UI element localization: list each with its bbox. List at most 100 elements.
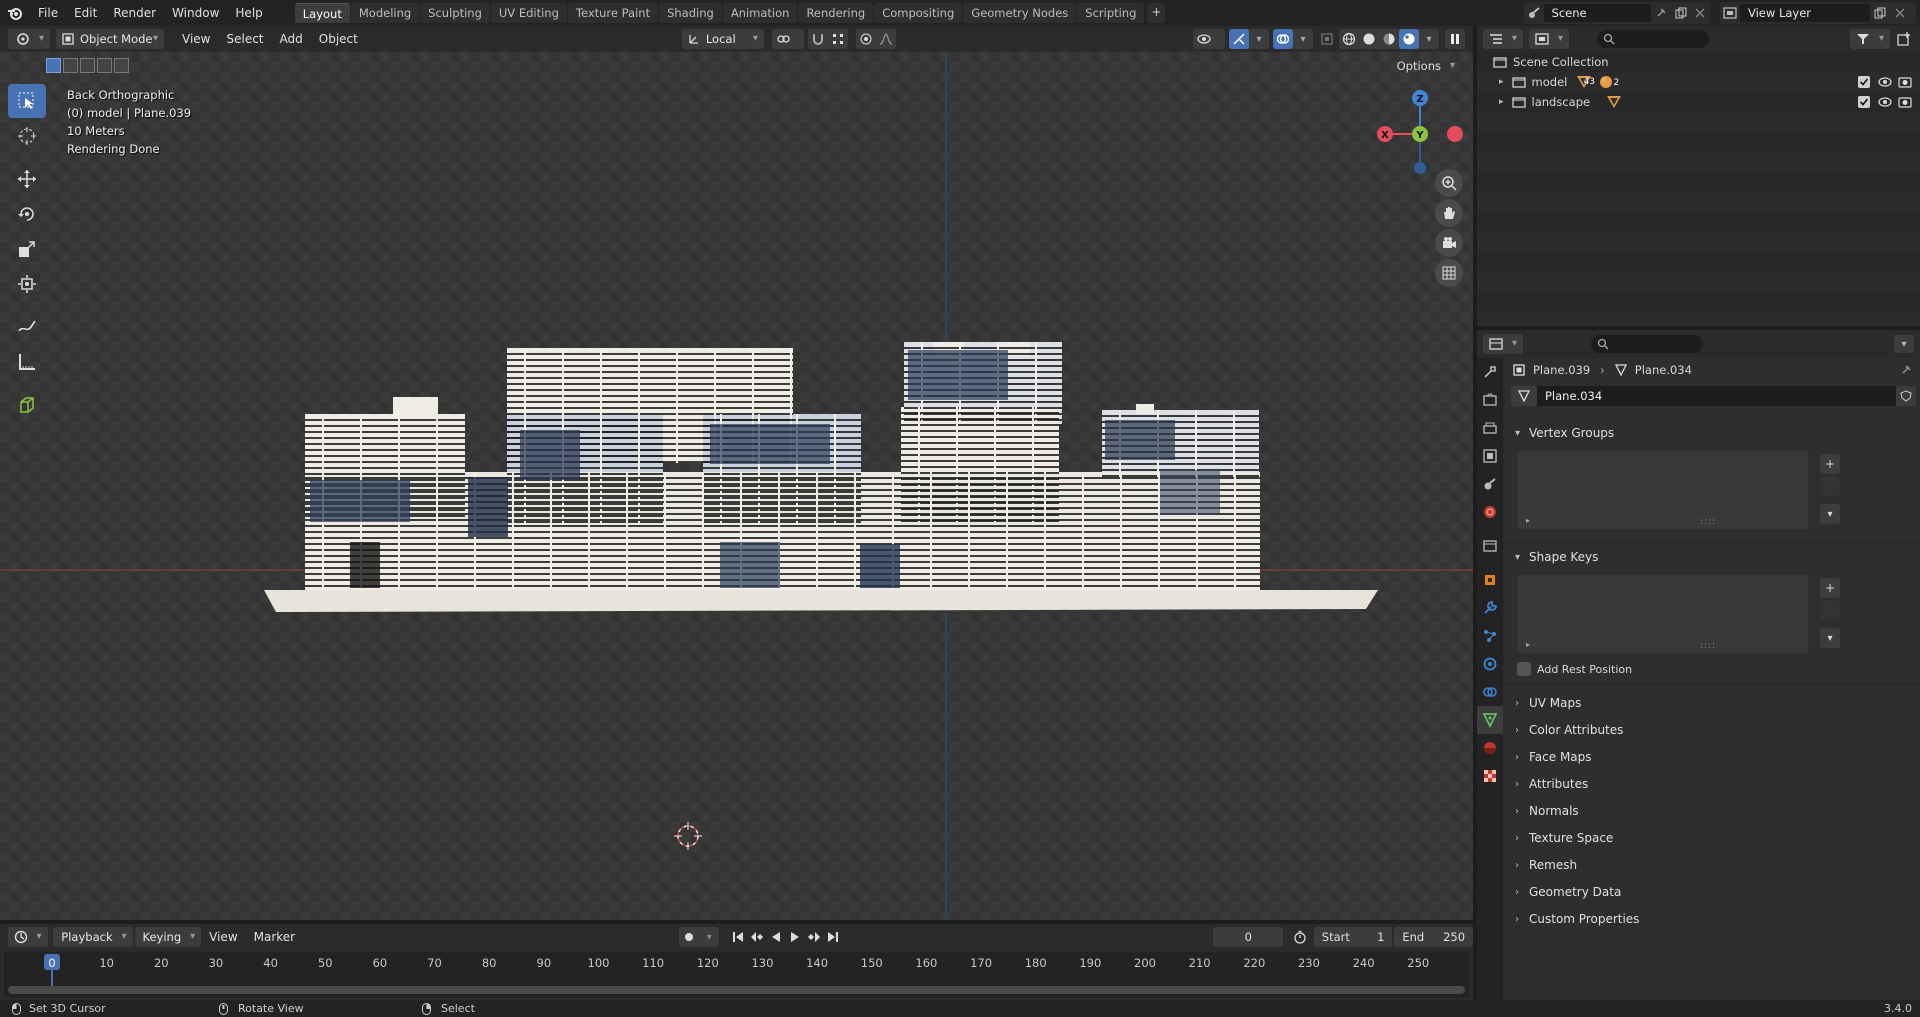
output-tab-icon[interactable] [1477, 414, 1503, 442]
tab-compositing[interactable]: Compositing [874, 3, 963, 23]
properties-editor-type-dropdown[interactable] [1483, 334, 1523, 354]
shading-dropdown-icon[interactable]: ▾ [1419, 29, 1439, 49]
view-layer-tab-icon[interactable] [1477, 442, 1503, 470]
tab-geometry-nodes[interactable]: Geometry Nodes [963, 3, 1077, 23]
end-frame-field[interactable]: End 250 [1394, 927, 1474, 947]
mesh-data-tab-icon[interactable] [1477, 706, 1503, 734]
panel-color-attributes[interactable]: › Color Attributes [1515, 723, 1623, 737]
pan-hand-icon[interactable] [1435, 199, 1463, 227]
keying-dropdown[interactable]: Keying [134, 927, 202, 947]
outliner-editor-type-dropdown[interactable] [1483, 29, 1523, 49]
panel-shape-keys[interactable]: ▾ Shape Keys [1515, 550, 1598, 564]
scene-collection-row[interactable]: Scene Collection [1477, 52, 1920, 72]
jump-end-icon[interactable] [824, 927, 843, 947]
tab-animation[interactable]: Animation [722, 3, 798, 23]
add-cube-tool-icon[interactable] [8, 388, 46, 422]
outliner-item-model[interactable]: ▸ model 43 2 [1477, 72, 1920, 92]
outliner-search-input[interactable] [1597, 30, 1709, 48]
select-intersect-icon[interactable] [114, 58, 129, 73]
tab-layout[interactable]: Layout [294, 3, 350, 23]
scale-tool-icon[interactable] [8, 232, 46, 266]
shape-key-specials-dropdown[interactable]: ▾ [1820, 628, 1840, 648]
properties-options-icon[interactable]: ▾ [1894, 335, 1914, 353]
constraints-tab-icon[interactable] [1477, 678, 1503, 706]
panel-texture-space[interactable]: › Texture Space [1515, 831, 1613, 845]
panel-geometry-data[interactable]: › Geometry Data [1515, 885, 1621, 899]
panel-remesh[interactable]: › Remesh [1515, 858, 1577, 872]
menu-render[interactable]: Render [105, 0, 164, 26]
blender-logo-icon[interactable] [0, 0, 30, 26]
collection-tab-icon[interactable] [1477, 532, 1503, 560]
stopwatch-icon[interactable] [1291, 927, 1310, 947]
scene-tab-icon[interactable] [1477, 470, 1503, 498]
mesh-name-field[interactable]: Plane.034 [1537, 386, 1896, 406]
navigation-gizmo[interactable]: Z X Y [1375, 84, 1465, 174]
falloff-curve-icon[interactable] [876, 29, 896, 49]
outliner-item-landscape[interactable]: ▸ landscape [1477, 92, 1920, 112]
modifier-tab-icon[interactable] [1477, 594, 1503, 622]
current-frame-field[interactable]: 0 [1213, 927, 1284, 947]
wireframe-shading-icon[interactable] [1339, 29, 1359, 49]
list-resize-handle-icon[interactable]: :::: [1700, 641, 1716, 651]
mode-dropdown[interactable]: Object Mode [56, 29, 164, 49]
snap-grid-icon[interactable] [828, 29, 848, 49]
physics-tab-icon[interactable] [1477, 650, 1503, 678]
menu-file[interactable]: File [30, 0, 66, 26]
expand-arrow-icon[interactable]: ▸ [1499, 97, 1504, 107]
timeline-editor-type-dropdown[interactable] [7, 927, 48, 947]
camera-render-icon[interactable] [1898, 76, 1912, 88]
overlays-dropdown-icon[interactable]: ▾ [1293, 29, 1313, 49]
tab-rendering[interactable]: Rendering [798, 3, 874, 23]
panel-face-maps[interactable]: › Face Maps [1515, 750, 1592, 764]
camera-render-icon[interactable] [1898, 96, 1912, 108]
list-resize-handle-icon[interactable]: :::: [1700, 517, 1716, 527]
properties-search-input[interactable] [1591, 335, 1703, 353]
remove-shape-key-button[interactable] [1820, 600, 1840, 620]
scene-icon[interactable] [1524, 4, 1544, 22]
expand-arrow-icon[interactable]: ▸ [1499, 77, 1504, 87]
shape-keys-list[interactable]: ▸ :::: [1517, 574, 1809, 654]
select-box-tool-icon[interactable] [8, 84, 46, 118]
view-layer-name-field[interactable]: View Layer [1740, 4, 1870, 22]
eye-icon[interactable] [1878, 97, 1892, 107]
cursor-tool-icon[interactable] [8, 119, 46, 153]
zoom-icon[interactable] [1435, 169, 1463, 197]
new-view-layer-icon[interactable] [1870, 4, 1890, 22]
gizmo-toggle-icon[interactable] [1229, 29, 1249, 49]
panel-attributes[interactable]: › Attributes [1515, 777, 1588, 791]
select-extend-icon[interactable] [63, 58, 78, 73]
mesh-data-icon[interactable]: 43 [1576, 75, 1598, 89]
record-icon[interactable] [679, 927, 699, 947]
panel-uv-maps[interactable]: › UV Maps [1515, 696, 1581, 710]
delete-scene-icon[interactable] [1690, 4, 1710, 22]
menu-edit[interactable]: Edit [66, 0, 105, 26]
timeline-ruler[interactable]: 0 10 20 30 40 50 60 70 80 90 100 110 120 130 140 150 160… [4, 952, 1469, 998]
mesh-data-icon[interactable] [1606, 95, 1622, 109]
particles-tab-icon[interactable] [1477, 622, 1503, 650]
add-rest-position-checkbox[interactable] [1517, 662, 1531, 676]
pause-render-icon[interactable] [1445, 29, 1465, 49]
list-options-arrow-icon[interactable]: ▸ [1526, 640, 1530, 649]
jump-start-icon[interactable] [729, 927, 748, 947]
exclude-checkbox[interactable] [1858, 96, 1870, 108]
tab-scripting[interactable]: Scripting [1077, 3, 1145, 23]
render-tab-icon[interactable] [1477, 386, 1503, 414]
add-shape-key-button[interactable]: + [1820, 578, 1840, 598]
transform-orientation-dropdown[interactable]: Local [681, 29, 764, 49]
prev-keyframe-icon[interactable] [748, 927, 767, 947]
view-layer-icon[interactable] [1720, 4, 1740, 22]
texture-tab-icon[interactable] [1477, 762, 1503, 790]
material-tab-icon[interactable] [1477, 734, 1503, 762]
pin-icon[interactable] [1651, 4, 1671, 22]
list-options-arrow-icon[interactable]: ▸ [1526, 516, 1530, 525]
gizmo-dropdown-icon[interactable]: ▾ [1249, 29, 1269, 49]
display-mode-dropdown[interactable] [1529, 29, 1569, 49]
next-keyframe-icon[interactable] [805, 927, 824, 947]
exclude-checkbox[interactable] [1858, 76, 1870, 88]
menu-window[interactable]: Window [164, 0, 227, 26]
panel-vertex-groups[interactable]: ▾ Vertex Groups [1515, 426, 1614, 440]
pin-icon[interactable] [1900, 364, 1912, 376]
play-reverse-icon[interactable] [767, 927, 786, 947]
timeline-menu-marker[interactable]: Marker [246, 924, 303, 950]
pivot-dropdown[interactable] [771, 29, 804, 49]
